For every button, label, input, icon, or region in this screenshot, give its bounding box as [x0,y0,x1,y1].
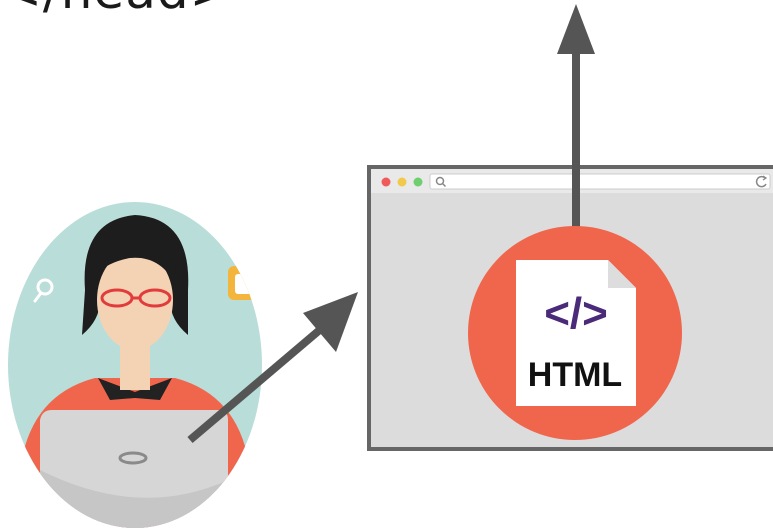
html-label: HTML [528,356,622,394]
browser-address-bar [429,173,771,190]
code-symbol: </> [544,289,608,338]
developer-avatar [8,202,262,528]
folder-decor-icon [228,266,258,300]
neck [120,345,150,390]
browser-close-dot [381,177,391,187]
browser-minimize-dot [397,177,407,187]
html-badge: </> HTML [468,226,682,440]
browser-maximize-dot [413,177,423,187]
html-file-icon: </> HTML [516,260,636,406]
diagram-canvas: </> HTML [8,4,773,528]
